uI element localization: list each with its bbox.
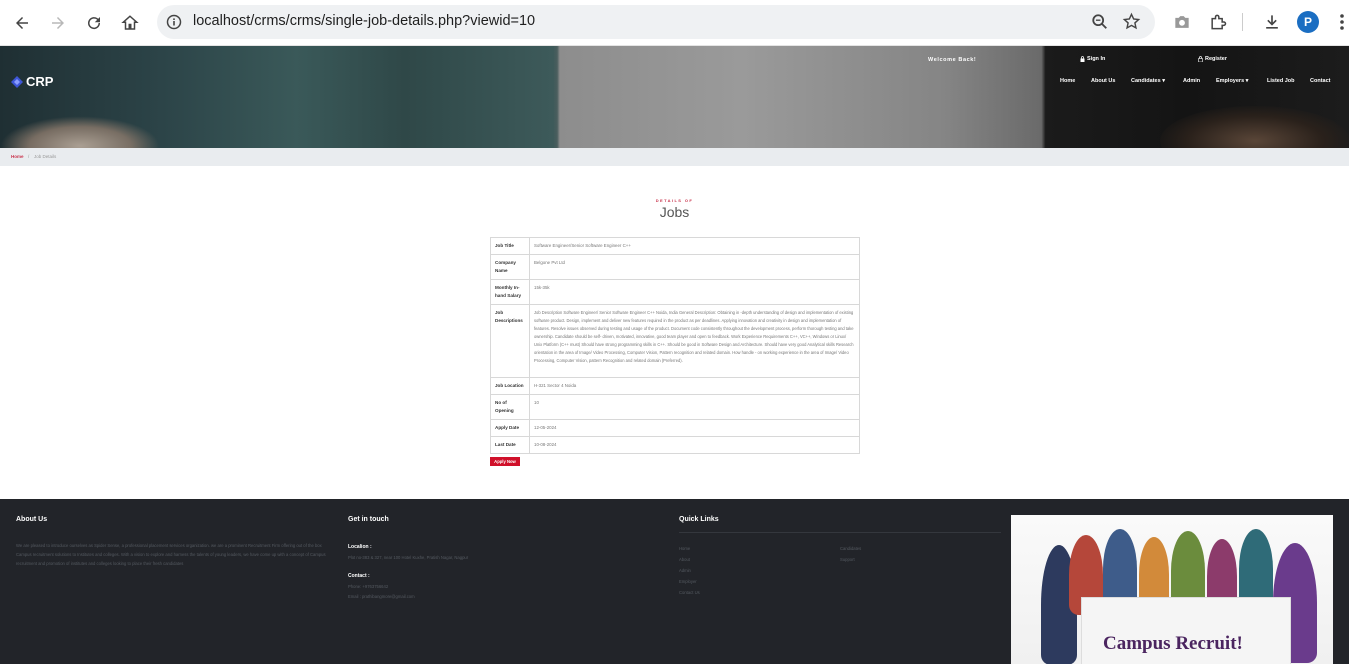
register-link[interactable]: Register xyxy=(1198,56,1227,62)
quick-link[interactable]: Home xyxy=(679,546,690,551)
logo-icon xyxy=(11,75,23,88)
row-value: Software Engineer/Senior Software Engine… xyxy=(529,237,860,255)
site-logo[interactable]: CRP xyxy=(11,74,53,89)
nav-contact[interactable]: Contact xyxy=(1310,78,1330,84)
row-label: Last Date xyxy=(490,436,530,454)
location-label: Localion : xyxy=(348,544,372,550)
browser-toolbar: localhost/crms/crms/single-job-details.p… xyxy=(0,0,1349,46)
footer-contact-title: Get in touch xyxy=(348,516,389,523)
quick-link[interactable]: Employer xyxy=(679,579,697,584)
lock-icon xyxy=(1080,56,1085,62)
camera-icon[interactable] xyxy=(1172,12,1192,32)
location-text: Plot no-383 & 327, near 100 Hotel Kuxhe,… xyxy=(348,555,469,560)
row-value: Belgone Pvt Ltd xyxy=(529,254,860,280)
quick-link[interactable]: Candidates xyxy=(840,546,861,551)
nav-employers[interactable]: Employers ▾ xyxy=(1216,78,1248,84)
row-label: Job Title xyxy=(490,237,530,255)
table-row: Job Title Software Engineer/Senior Softw… xyxy=(490,237,860,255)
quick-link[interactable]: Admin xyxy=(679,568,691,573)
kebab-menu-icon[interactable] xyxy=(1334,12,1349,32)
footer-quick-links-title: Quick Links xyxy=(679,516,719,523)
contact-phone: Phone: +9763756642 xyxy=(348,584,389,589)
table-row: Last Date 10-08-2024 xyxy=(490,436,860,454)
row-label: Job Location xyxy=(490,377,530,395)
breadcrumb: Home / Job Details xyxy=(0,148,1349,166)
table-row: Apply Date 12-05-2024 xyxy=(490,419,860,437)
hero-background-shape xyxy=(0,116,160,148)
row-label: Monthly In-hand Salary xyxy=(490,279,530,305)
nav-listed-job[interactable]: Listed Job xyxy=(1267,78,1295,84)
job-details-table: Job Title Software Engineer/Senior Softw… xyxy=(490,237,860,454)
table-row: Job Location H-321 Sector 4 Noida xyxy=(490,377,860,395)
campus-recruit-image: Campus Recruit! xyxy=(1011,515,1333,664)
row-value: H-321 Sector 4 Noida xyxy=(529,377,860,395)
chevron-down-icon: ▾ xyxy=(1162,78,1165,84)
logo-text: CRP xyxy=(26,74,54,89)
row-label: Company Name xyxy=(490,254,530,280)
nav-employers-label: Employers xyxy=(1216,78,1245,84)
hero-background-shape xyxy=(1160,106,1349,148)
home-icon[interactable] xyxy=(118,11,142,35)
apply-now-button[interactable]: Apply Now xyxy=(490,457,520,466)
zoom-icon[interactable] xyxy=(1091,13,1109,31)
campus-recruit-text: Campus Recruit! xyxy=(1103,633,1243,654)
quick-link[interactable]: About xyxy=(679,557,690,562)
breadcrumb-separator: / xyxy=(28,154,30,159)
footer-about-text: We are pleased to introduce ourselves as… xyxy=(16,543,326,566)
contact-label: Contact : xyxy=(348,573,370,579)
row-value: 15k-35k xyxy=(529,279,860,305)
row-value: 10 xyxy=(529,394,860,420)
nav-candidates[interactable]: Candidates ▾ xyxy=(1131,78,1165,84)
nav-home[interactable]: Home xyxy=(1060,78,1075,84)
profile-avatar[interactable]: P xyxy=(1297,11,1319,33)
section-subtitle: DETAILS OF xyxy=(655,198,694,203)
site-info-icon[interactable] xyxy=(166,14,182,30)
quick-link[interactable]: Support xyxy=(840,557,855,562)
welcome-text: Welcome Back! xyxy=(928,57,977,63)
page-title: Jobs xyxy=(659,204,690,220)
footer-about-title: About Us xyxy=(16,516,48,523)
lock-icon xyxy=(1198,56,1203,62)
nav-about-us[interactable]: About Us xyxy=(1091,78,1115,84)
reload-icon[interactable] xyxy=(82,11,106,35)
address-bar[interactable]: localhost/crms/crms/single-job-details.p… xyxy=(157,5,1155,39)
forward-icon[interactable] xyxy=(46,11,70,35)
breadcrumb-current: Job Details xyxy=(34,154,57,159)
back-icon[interactable] xyxy=(10,11,34,35)
sign-in-link[interactable]: Sign In xyxy=(1080,56,1105,62)
row-value: 12-05-2024 xyxy=(529,419,860,437)
breadcrumb-home-link[interactable]: Home xyxy=(11,154,24,159)
row-value: Job Description Software Engineer/ Senio… xyxy=(529,304,860,378)
row-value: 10-08-2024 xyxy=(529,436,860,454)
chevron-down-icon: ▾ xyxy=(1245,78,1249,84)
sign-in-label: Sign In xyxy=(1087,56,1106,62)
table-row: No of Opening 10 xyxy=(490,394,860,420)
quick-links-divider xyxy=(679,532,1001,533)
site-header: CRP Welcome Back! Sign In Register Home … xyxy=(0,46,1349,148)
register-label: Register xyxy=(1205,56,1228,62)
row-label: No of Opening xyxy=(490,394,530,420)
quick-link[interactable]: Contact Us xyxy=(679,590,700,595)
row-label: Job Descriptions xyxy=(490,304,530,378)
table-row: Job Descriptions Job Description Softwar… xyxy=(490,304,860,378)
url-text[interactable]: localhost/crms/crms/single-job-details.p… xyxy=(193,13,535,29)
nav-admin[interactable]: Admin xyxy=(1183,78,1200,84)
nav-candidates-label: Candidates xyxy=(1131,78,1161,84)
bookmark-star-icon[interactable] xyxy=(1122,12,1141,31)
table-row: Company Name Belgone Pvt Ltd xyxy=(490,254,860,280)
site-footer: About Us We are pleased to introduce our… xyxy=(0,499,1349,664)
toolbar-divider xyxy=(1242,13,1243,31)
row-label: Apply Date xyxy=(490,419,530,437)
extensions-icon[interactable] xyxy=(1208,12,1228,32)
contact-email[interactable]: Email : prathibangmore@gmail.com xyxy=(348,592,415,601)
download-icon[interactable] xyxy=(1262,12,1282,32)
table-row: Monthly In-hand Salary 15k-35k xyxy=(490,279,860,305)
